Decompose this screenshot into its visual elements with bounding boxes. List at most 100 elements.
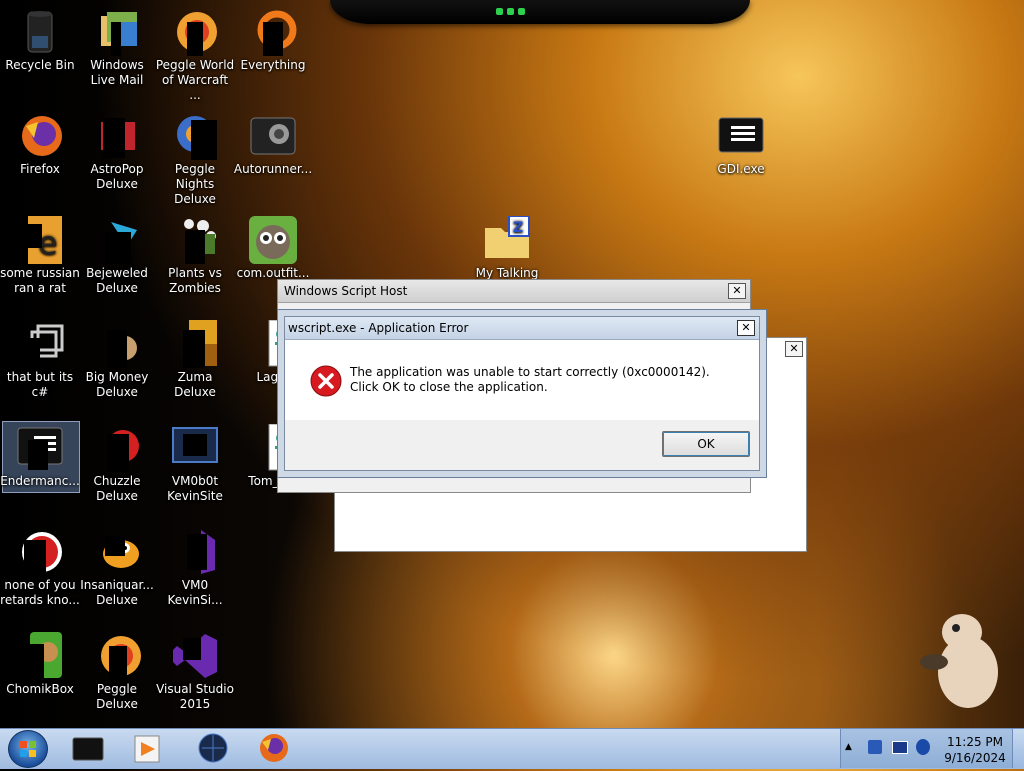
taskbar-firefox-button[interactable] [257, 732, 291, 764]
icon-label: Peggle Nights Deluxe [174, 162, 216, 206]
icon-label: ChomikBox [6, 682, 74, 696]
desktop-icon-plants-vs-zombies[interactable]: Plants vs Zombies [155, 216, 235, 296]
icon-label: Windows Live Mail [90, 58, 144, 87]
chomikbox-icon [16, 632, 64, 680]
desktop-icon-peggle-wow[interactable]: Peggle World of Warcraft ... [155, 8, 235, 103]
taskbar-terminal-button[interactable] [71, 732, 105, 764]
peggle-nights-icon [171, 112, 219, 160]
everything-icon [249, 8, 297, 56]
hamster-decoration [920, 604, 1010, 714]
desktop-icon-windows-live-mail[interactable]: Windows Live Mail [77, 8, 157, 88]
icon-label: VM0 KevinSi... [167, 578, 223, 607]
desktop-icon-insaniquarium[interactable]: Insaniquar... Deluxe [77, 528, 157, 608]
icon-label: Bejeweled Deluxe [86, 266, 148, 295]
tray-network-icon[interactable] [868, 740, 882, 754]
desktop-icon-russian-rat[interactable]: e some russian ran a rat [0, 216, 80, 296]
desktop-icon-vm0b0t[interactable]: VM0b0t KevinSite [155, 424, 235, 504]
desktop-icon-chomikbox[interactable]: ChomikBox [0, 632, 80, 697]
autorunner-icon [249, 112, 297, 160]
clock[interactable]: 11:25 PM 9/16/2024 [940, 734, 1010, 766]
close-icon[interactable]: ✕ [728, 283, 746, 299]
desktop-icon-astropop[interactable]: AstroPop Deluxe [77, 112, 157, 192]
desktop-icon-recycle-bin[interactable]: Recycle Bin [0, 8, 80, 73]
icon-label: Everything [240, 58, 306, 72]
media-player-icon [134, 735, 160, 763]
icon-label: some russian ran a rat [0, 266, 80, 295]
error-button-area: OK [285, 420, 759, 470]
vm0b0t-icon [171, 424, 219, 472]
desktop-icon-gdi-exe[interactable]: GDI.exe [701, 112, 781, 177]
indicator-light [507, 8, 514, 15]
talking-tom-icon [249, 216, 297, 264]
terminal-icon [72, 737, 104, 761]
icon-label: Plants vs Zombies [168, 266, 222, 295]
dialog-title: Windows Script Host [284, 284, 408, 298]
show-desktop-button[interactable] [1012, 729, 1024, 768]
desktop-icon-my-talking[interactable]: Z My Talking [467, 215, 547, 281]
desktop-icon-big-money[interactable]: Big Money Deluxe [77, 320, 157, 400]
error-icon [310, 365, 342, 397]
desktop-icon-that-but-its-csharp[interactable]: that but its c# [0, 320, 80, 400]
endermanch-icon [16, 424, 64, 472]
vm0-icon [171, 528, 219, 576]
recycle-bin-icon [16, 8, 64, 56]
desktop-icon-bejeweled[interactable]: Bejeweled Deluxe [77, 216, 157, 296]
desktop-icon-firefox[interactable]: Firefox [0, 112, 80, 177]
shortcut-icon [16, 320, 64, 368]
icon-label: GDI.exe [717, 162, 765, 176]
desktop-icon-com-outfit[interactable]: com.outfit... [233, 216, 313, 281]
error-message: The application was unable to start corr… [350, 365, 710, 394]
desktop-icon-chuzzle[interactable]: Chuzzle Deluxe [77, 424, 157, 504]
icon-label: Chuzzle Deluxe [93, 474, 141, 503]
zuma-icon [171, 320, 219, 368]
application-error-dialog[interactable]: wscript.exe - Application Error ✕ The ap… [277, 309, 767, 478]
icon-label: Peggle World of Warcraft ... [155, 58, 235, 102]
close-icon[interactable]: ✕ [737, 320, 755, 336]
astropop-icon [93, 112, 141, 160]
visual-studio-icon [171, 632, 219, 680]
taskbar-globe-button[interactable] [196, 732, 230, 764]
globe-icon [198, 733, 228, 763]
clock-date: 9/16/2024 [944, 751, 1006, 765]
tray-volume-icon[interactable] [916, 739, 930, 755]
close-icon[interactable]: ✕ [785, 341, 803, 357]
peggle-deluxe-icon [93, 632, 141, 680]
bejeweled-icon [93, 216, 141, 264]
icon-label: Firefox [20, 162, 60, 176]
chuzzle-icon [93, 424, 141, 472]
taskbar-media-player-button[interactable] [131, 732, 165, 764]
desktop-icon-autorunner[interactable]: Autorunner... [233, 112, 313, 177]
clock-time: 11:25 PM [947, 735, 1003, 749]
desktop-icon-zuma[interactable]: Zuma Deluxe [155, 320, 235, 400]
icon-label: Insaniquar... Deluxe [80, 578, 154, 607]
desktop-icon-everything[interactable]: Everything [233, 8, 313, 73]
tray-display-icon[interactable] [892, 741, 908, 754]
desktop-icon-peggle-deluxe[interactable]: Peggle Deluxe [77, 632, 157, 712]
desktop-icon-visual-studio[interactable]: Visual Studio 2015 [155, 632, 235, 712]
ok-button[interactable]: OK [662, 431, 750, 457]
gdi-exe-icon [717, 112, 765, 160]
icon-label: AstroPop Deluxe [90, 162, 144, 191]
icon-label: Big Money Deluxe [85, 370, 149, 399]
icon-label: Autorunner... [233, 162, 313, 176]
plants-vs-zombies-icon [171, 216, 219, 264]
peggle-world-of-warcraft-icon [171, 8, 219, 56]
show-hidden-icons-button[interactable]: ▲ [845, 742, 855, 754]
firefox-icon [260, 734, 288, 762]
desktop-icon-peggle-nights[interactable]: Peggle Nights Deluxe [155, 112, 235, 207]
script-host-titlebar[interactable]: Windows Script Host ✕ [278, 280, 750, 303]
firefox-icon [16, 112, 64, 160]
icon-label: that but its c# [6, 370, 74, 399]
desktop-icon-none-of-you[interactable]: none of you retards kno... [0, 528, 80, 608]
start-button[interactable] [8, 730, 48, 768]
error-titlebar[interactable]: wscript.exe - Application Error ✕ [285, 317, 759, 340]
icon-label: Visual Studio 2015 [156, 682, 234, 711]
chrome-like-icon [16, 528, 64, 576]
desktop-icon-vm0[interactable]: VM0 KevinSi... [155, 528, 235, 608]
error-dialog-frame: wscript.exe - Application Error ✕ The ap… [284, 316, 760, 471]
russian-rat-icon: e [16, 216, 64, 264]
indicator-light [518, 8, 525, 15]
icon-label: Peggle Deluxe [96, 682, 138, 711]
top-gadget-bar [330, 0, 750, 24]
desktop-icon-endermanch[interactable]: Endermanc... [0, 424, 80, 489]
